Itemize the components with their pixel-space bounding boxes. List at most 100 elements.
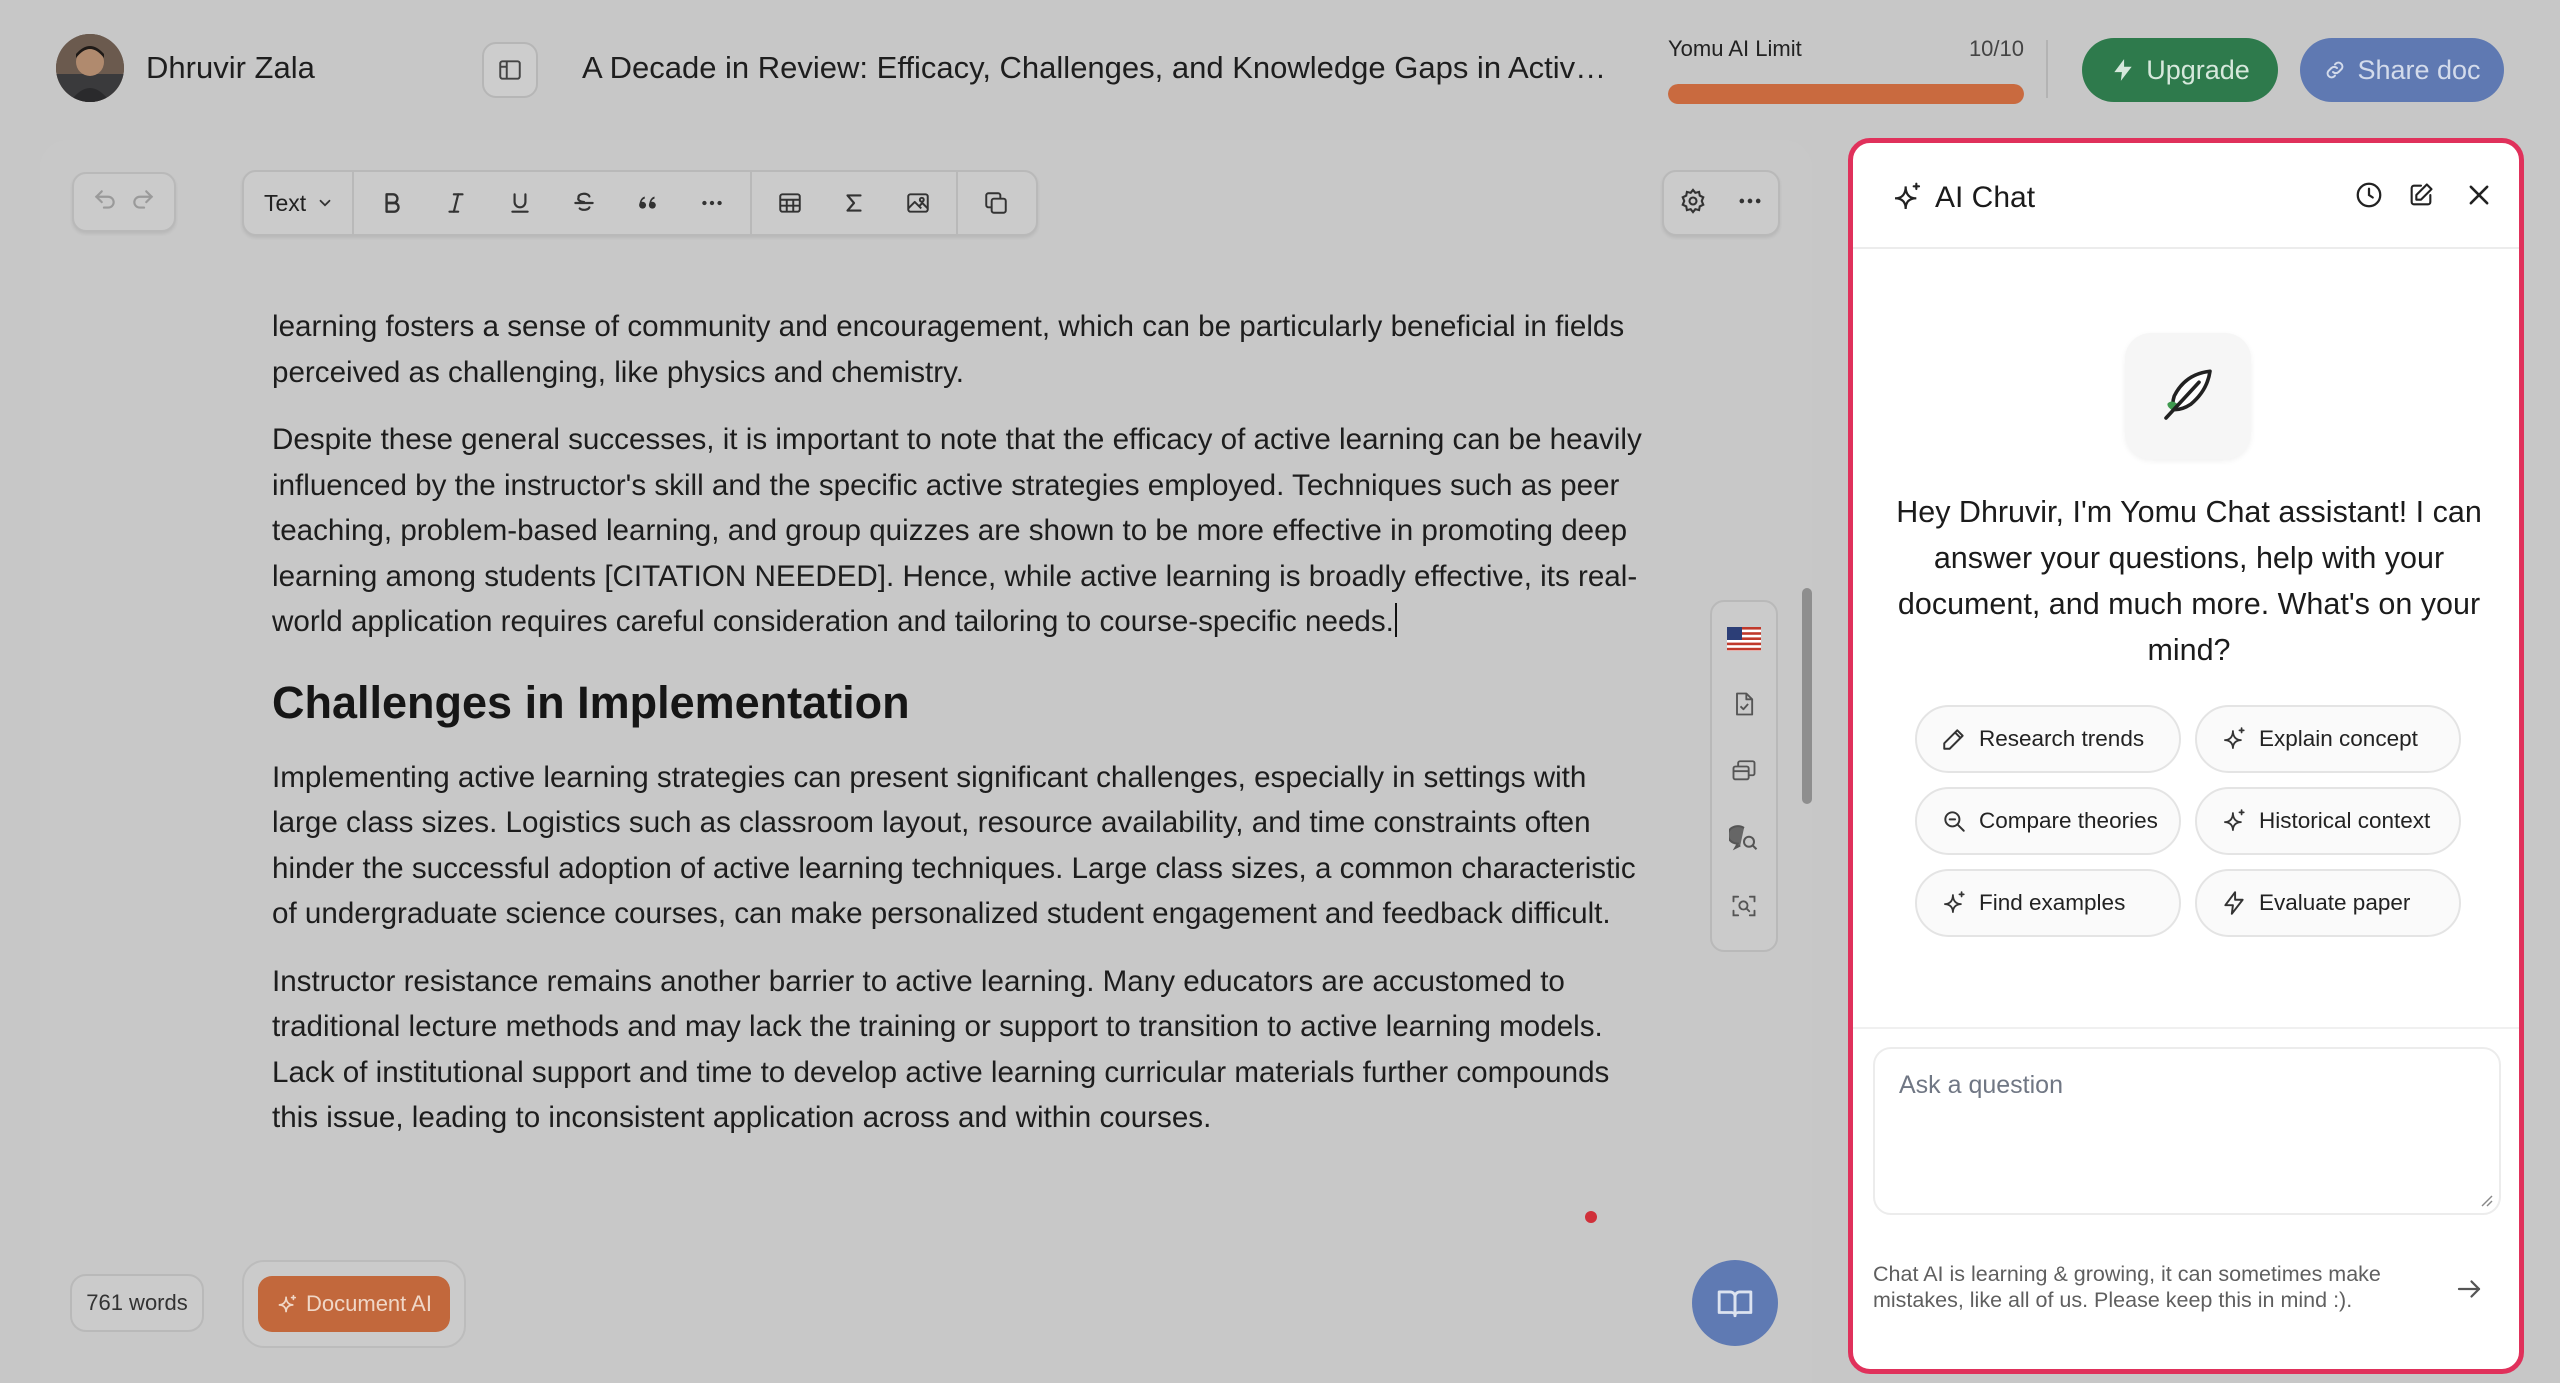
layout-icon	[499, 60, 521, 80]
suggestion-label: Compare theories	[1979, 808, 2158, 833]
ai-limit-count: 10/10	[1968, 36, 2024, 61]
italic-icon	[448, 193, 464, 213]
assistant-logo	[2125, 333, 2251, 459]
ai-limit-label: Yomu AI Limit	[1668, 36, 1802, 61]
more-icon	[702, 200, 722, 206]
copy-icon	[985, 192, 1007, 214]
chat-history-button[interactable]	[2347, 173, 2391, 217]
gear-icon	[1680, 187, 1705, 214]
toolbar-divider	[956, 170, 959, 236]
editor-scrollbar[interactable]	[1802, 588, 1812, 804]
section-heading[interactable]: Challenges in Implementation	[272, 675, 1642, 731]
sparkle-icon	[2224, 809, 2245, 831]
ai-limit-progress-fill	[1668, 84, 2024, 104]
suggestion-label: Explain concept	[2259, 726, 2418, 751]
redo-button[interactable]	[130, 187, 156, 218]
formatting-toolbar: Text	[242, 170, 1038, 236]
search-icon	[1944, 811, 1965, 832]
italic-button[interactable]	[424, 171, 488, 235]
editor-panel: Text learning fosters a sense of communi…	[40, 140, 1812, 1383]
more-icon	[1739, 198, 1760, 203]
suggestion-compare-theories[interactable]: Compare theories	[1915, 787, 2181, 855]
strikethrough-icon	[574, 192, 594, 211]
suggestion-historical-context[interactable]: Historical context	[2195, 787, 2461, 855]
upgrade-label: Upgrade	[2146, 54, 2250, 85]
paragraph[interactable]: Despite these general successes, it is i…	[272, 417, 1642, 645]
suggestion-explain-concept[interactable]: Explain concept	[2195, 705, 2461, 773]
chat-title: AI Chat	[1935, 181, 2036, 214]
paragraph[interactable]: learning fosters a sense of community an…	[272, 304, 1642, 395]
duplicate-button[interactable]	[964, 171, 1028, 235]
chat-greeting: Hey Dhruvir, I'm Yomu Chat assistant! I …	[1896, 495, 2482, 667]
suggestion-label: Historical context	[2259, 808, 2431, 833]
document-ai-button[interactable]: Document AI	[258, 1276, 450, 1332]
table-icon	[779, 193, 801, 213]
send-button[interactable]	[2445, 1265, 2493, 1313]
new-chat-button[interactable]	[2399, 173, 2443, 217]
sidebar-toggle-button[interactable]	[482, 42, 538, 98]
sparkle-icon	[278, 1294, 297, 1313]
close-icon	[2469, 185, 2489, 205]
word-count: 761 words	[70, 1274, 204, 1332]
text-style-label: Text	[264, 189, 307, 216]
stack-icon	[1732, 760, 1756, 781]
undo-icon	[94, 189, 115, 209]
link-icon	[2327, 61, 2344, 79]
undo-button[interactable]	[92, 187, 118, 218]
document-ai-wrapper: Document AI	[242, 1260, 466, 1348]
underline-button[interactable]	[488, 171, 552, 235]
suggestion-research-trends[interactable]: Research trends	[1915, 705, 2181, 773]
top-header: Dhruvir Zala A Decade in Review: Efficac…	[0, 0, 2560, 136]
chat-input[interactable]	[1875, 1049, 2499, 1213]
resize-handle-icon[interactable]	[2479, 1193, 2493, 1207]
image-icon	[907, 193, 929, 213]
more-formatting-button[interactable]	[680, 171, 744, 235]
pencil-icon	[1943, 729, 1964, 750]
arrow-right-icon	[2457, 1280, 2481, 1298]
share-doc-button[interactable]: Share doc	[2300, 38, 2504, 102]
quote-button[interactable]	[616, 171, 680, 235]
avatar[interactable]	[56, 34, 124, 102]
paragraph-text: Despite these general successes, it is i…	[272, 423, 1642, 638]
language-button[interactable]	[1727, 626, 1761, 656]
stack-button[interactable]	[1730, 756, 1758, 789]
text-style-dropdown[interactable]: Text	[252, 172, 346, 234]
settings-button[interactable]	[1679, 187, 1707, 220]
chat-search-button[interactable]	[1726, 823, 1759, 858]
suggestion-evaluate-paper[interactable]: Evaluate paper	[2195, 869, 2461, 937]
toolbar-divider	[750, 170, 753, 236]
sparkle-icon	[1944, 891, 1965, 913]
equation-button[interactable]	[822, 171, 886, 235]
strikethrough-button[interactable]	[552, 171, 616, 235]
chat-disclaimer: Chat AI is learning & growing, it can so…	[1873, 1262, 2381, 1312]
upgrade-button[interactable]: Upgrade	[2082, 38, 2278, 102]
bold-icon	[385, 193, 400, 213]
document-body[interactable]: learning fosters a sense of community an…	[272, 304, 1642, 1163]
scan-button[interactable]	[1730, 892, 1758, 925]
redo-icon	[133, 189, 154, 209]
document-title[interactable]: A Decade in Review: Efficacy, Challenges…	[582, 50, 1612, 86]
close-chat-button[interactable]	[2457, 173, 2501, 217]
table-button[interactable]	[758, 171, 822, 235]
feather-icon	[2164, 369, 2212, 420]
header-divider	[2046, 40, 2048, 98]
paragraph[interactable]: Implementing active learning strategies …	[272, 755, 1642, 937]
chat-divider	[1853, 1027, 2519, 1029]
chevron-down-icon	[319, 199, 331, 207]
document-ai-label: Document AI	[306, 1291, 432, 1316]
suggestion-find-examples[interactable]: Find examples	[1915, 869, 2181, 937]
bold-button[interactable]	[360, 171, 424, 235]
paragraph[interactable]: Instructor resistance remains another ba…	[272, 959, 1642, 1141]
more-options-button[interactable]	[1736, 187, 1764, 220]
ai-chat-panel: AI Chat Hey Dhruvir, I'm Yomu Chat assis…	[1848, 138, 2524, 1374]
sigma-icon	[846, 194, 862, 212]
clock-icon	[2356, 182, 2382, 208]
suggestion-label: Evaluate paper	[2259, 890, 2411, 915]
document-check-button[interactable]	[1730, 690, 1758, 723]
underline-icon	[511, 193, 529, 213]
share-doc-label: Share doc	[2357, 54, 2481, 85]
reader-mode-button[interactable]	[1692, 1260, 1778, 1346]
suggestion-label: Find examples	[1979, 890, 2126, 915]
image-button[interactable]	[886, 171, 950, 235]
book-icon	[1717, 1290, 1753, 1318]
